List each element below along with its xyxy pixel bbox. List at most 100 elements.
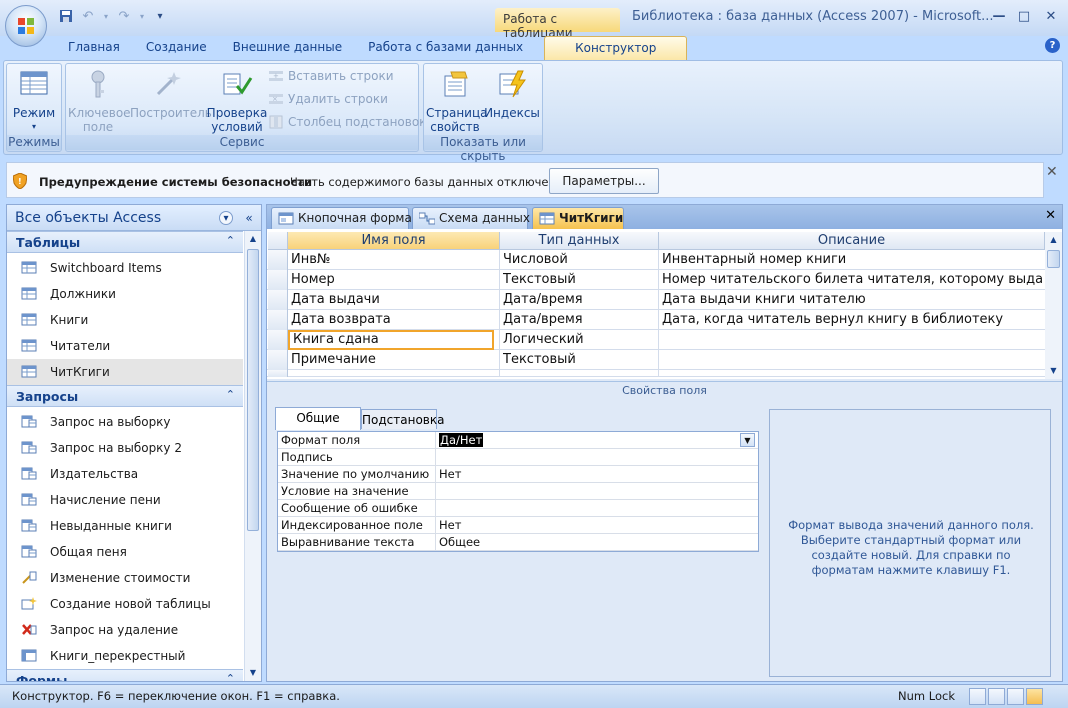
scroll-up-icon[interactable]: ▲ [245,231,261,247]
property-value[interactable]: Да/Нет [439,433,484,447]
nav-item[interactable]: Запрос на выборку [7,409,243,435]
save-icon[interactable] [58,9,74,25]
grid-scroll-thumb[interactable] [1047,250,1060,268]
nav-item[interactable]: Должники [7,281,243,307]
property-row[interactable]: Подпись [278,449,758,466]
tab-lookup[interactable]: Подстановка [361,409,444,429]
data-type-cell[interactable]: Логический [503,332,655,347]
help-icon[interactable]: ? [1045,38,1060,53]
tab-general[interactable]: Общие [275,407,361,430]
collapse-section-icon[interactable]: ⌃ [226,388,235,401]
property-value[interactable]: Нет [439,518,461,532]
field-row[interactable]: Примечание Текстовый [267,350,1045,370]
format-dropdown-icon[interactable]: ▼ [740,433,755,447]
empty-field-row[interactable] [267,370,1045,377]
maximize-button[interactable]: □ [1013,8,1035,26]
nav-item[interactable]: ЧитКгиги [7,359,243,385]
property-value[interactable]: Общее [439,535,480,549]
tab-database-tools[interactable]: Работа с базами данных [355,36,536,60]
description-cell[interactable]: Дата выдачи книги читателю [662,292,1042,307]
row-selector[interactable] [268,350,288,370]
nav-item[interactable]: Издательства [7,461,243,487]
field-name-cell[interactable]: Дата возврата [291,312,497,327]
field-row[interactable]: Дата возврата Дата/время Дата, когда читат… [267,310,1045,330]
doc-tab-switchboard[interactable]: Кнопочная форма [271,207,412,229]
nav-item[interactable]: Запрос на выборку 2 [7,435,243,461]
description-cell[interactable]: Номер читательского билета читателя, кот… [662,272,1042,287]
pivotchart-view-icon[interactable] [1007,688,1024,705]
tab-create[interactable]: Создание [133,36,220,60]
nav-item[interactable]: Switchboard Items [7,255,243,281]
row-selector[interactable] [268,330,288,350]
field-name-cell[interactable]: Инв№ [291,252,497,267]
office-button[interactable] [5,5,47,47]
nav-scroll-thumb[interactable] [247,249,259,531]
nav-item[interactable]: Книги [7,307,243,333]
property-row[interactable]: Сообщение об ошибке [278,500,758,517]
field-name-cell[interactable]: Номер [291,272,497,287]
data-type-cell[interactable]: Числовой [503,252,655,267]
undo-icon[interactable]: ↶ [80,9,96,25]
security-options-button[interactable]: Параметры... [549,168,659,194]
nav-item[interactable]: Невыданные книги [7,513,243,539]
data-type-cell[interactable]: Текстовый [503,352,655,367]
lookup-column-button[interactable]: Столбец подстановок [268,115,426,129]
insert-rows-button[interactable]: + Вставить строки [268,69,394,83]
row-selector[interactable] [268,290,288,310]
collapse-nav-pane-icon[interactable]: « [242,211,256,225]
nav-item[interactable]: Изменение стоимости [7,565,243,591]
nav-pane-header[interactable]: Все объекты Access ▾ « [7,205,261,231]
property-row[interactable]: Выравнивание текста Общее [278,534,758,551]
pivottable-view-icon[interactable] [988,688,1005,705]
data-type-cell[interactable]: Дата/время [503,292,655,307]
property-row[interactable]: Формат поля Да/Нет ▼ [278,432,758,449]
grid-scroll-down-icon[interactable]: ▼ [1045,363,1062,379]
builder-button[interactable]: Построитель [130,68,212,120]
collapse-section-icon[interactable]: ⌃ [226,672,235,681]
close-security-bar-icon[interactable]: ✕ [1046,164,1058,180]
nav-item[interactable]: Создание новой таблицы [7,591,243,617]
data-type-cell[interactable]: Текстовый [503,272,655,287]
test-validation-button[interactable]: Проверка условий [206,68,268,134]
row-selector[interactable] [268,370,288,377]
property-row[interactable]: Условие на значение [278,483,758,500]
nav-item[interactable]: Запрос на удаление [7,617,243,643]
row-selector[interactable] [268,250,288,270]
nav-menu-dropdown-icon[interactable]: ▾ [219,211,233,225]
customize-qat-icon[interactable]: ▾ [152,9,168,25]
field-name-cell[interactable]: Дата выдачи [291,292,497,307]
tab-design[interactable]: Конструктор [544,36,688,60]
tab-external-data[interactable]: Внешние данные [220,36,355,60]
nav-scrollbar[interactable]: ▲ ▼ [244,231,261,681]
field-row[interactable]: Дата выдачи Дата/время Дата выдачи книги ч… [267,290,1045,310]
design-view-icon[interactable] [1026,688,1043,705]
tab-home[interactable]: Главная [55,36,133,60]
description-cell[interactable]: Дата, когда читатель вернул книгу в библ… [662,312,1042,327]
nav-item[interactable]: Читатели [7,333,243,359]
key-field-button[interactable]: Ключевое поле [68,68,131,134]
description-cell[interactable]: Инвентарный номер книги [662,252,1042,267]
nav-item[interactable]: Общая пеня [7,539,243,565]
grid-scrollbar[interactable]: ▲ ▼ [1045,232,1062,379]
scroll-down-icon[interactable]: ▼ [245,665,261,681]
row-selector[interactable] [268,310,288,330]
grid-scroll-up-icon[interactable]: ▲ [1045,232,1062,248]
indexes-button[interactable]: Индексы [484,68,540,120]
data-type-cell[interactable]: Дата/время [503,312,655,327]
collapse-section-icon[interactable]: ⌃ [226,234,235,247]
field-row[interactable]: Книга сдана Логический [267,330,1045,350]
property-row[interactable]: Индексированное поле Нет [278,517,758,534]
nav-item[interactable]: Начисление пени [7,487,243,513]
field-name-cell[interactable]: Примечание [291,352,497,367]
undo-dropdown-icon[interactable]: ▾ [102,9,110,25]
close-document-icon[interactable]: ✕ [1045,208,1056,223]
property-row[interactable]: Значение по умолчанию Нет [278,466,758,483]
property-sheet-button[interactable]: Страница свойств [426,68,488,134]
nav-section-tables[interactable]: Таблицы ⌃ [7,231,243,253]
property-value[interactable]: Нет [439,467,461,481]
minimize-button[interactable]: — [988,8,1010,26]
datasheet-view-icon[interactable] [969,688,986,705]
field-row[interactable]: Номер Текстовый Номер читательского билета… [267,270,1045,290]
nav-section-forms[interactable]: Формы ⌃ [7,669,243,681]
nav-item[interactable]: Книги_перекрестный [7,643,243,669]
